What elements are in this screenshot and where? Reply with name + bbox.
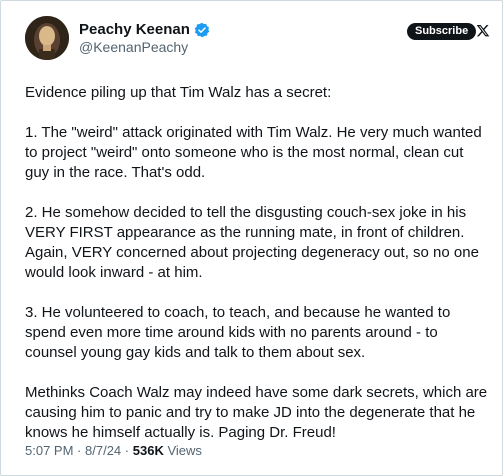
meta-separator: ·: [124, 443, 130, 458]
post-paragraph: 1. The "weird" attack originated with Ti…: [25, 124, 482, 181]
subscribe-button[interactable]: Subscribe: [407, 23, 477, 40]
views-count: 536K: [132, 443, 164, 458]
meta-separator: ·: [77, 443, 82, 458]
avatar-image: [25, 16, 69, 60]
tweet-card: Peachy Keenan @KeenanPeachy Subscribe Ev…: [0, 0, 503, 476]
post-paragraph: Evidence piling up that Tim Walz has a s…: [25, 84, 332, 101]
display-name[interactable]: Peachy Keenan: [79, 21, 190, 38]
x-logo-icon[interactable]: [476, 23, 490, 38]
views-label: Views: [167, 443, 202, 458]
verified-badge-icon: [194, 22, 210, 38]
author-name-row[interactable]: Peachy Keenan: [79, 21, 210, 38]
post-text: Evidence piling up that Tim Walz has a s…: [25, 83, 491, 463]
avatar[interactable]: [25, 16, 69, 60]
post-time[interactable]: 5:07 PM: [25, 443, 73, 458]
post-paragraph: 3. He volunteered to coach, to teach, an…: [25, 304, 451, 361]
post-meta: 5:07 PM · 8/7/24 · 536K Views: [25, 443, 202, 458]
post-paragraph: Methinks Coach Walz may indeed have some…: [25, 384, 488, 441]
post-paragraph: 2. He somehow decided to tell the disgus…: [25, 204, 479, 281]
author-handle[interactable]: @KeenanPeachy: [79, 39, 188, 55]
post-date[interactable]: 8/7/24: [85, 443, 121, 458]
